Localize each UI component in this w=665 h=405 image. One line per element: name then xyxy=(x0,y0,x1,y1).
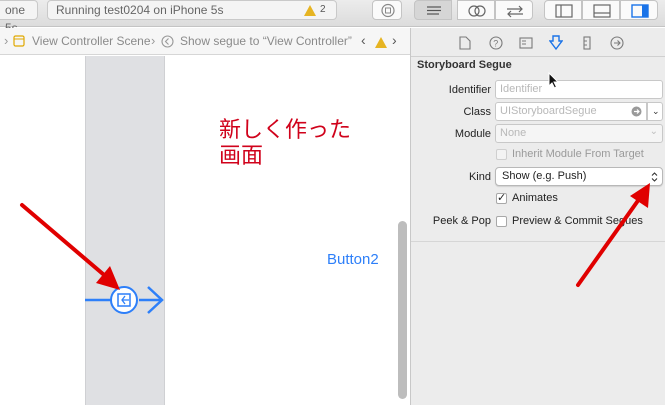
module-label: Module xyxy=(454,128,491,140)
class-dropdown-button[interactable]: ⌄ xyxy=(647,102,663,121)
identifier-label: Identifier xyxy=(448,84,491,96)
left-panel-icon xyxy=(555,4,573,18)
class-combo-input[interactable]: UIStoryboardSegue xyxy=(495,102,647,121)
bottom-panel-icon xyxy=(593,4,611,18)
toggle-navigator-button[interactable] xyxy=(544,0,582,20)
toggle-utilities-button[interactable] xyxy=(620,0,658,20)
segue-node-icon[interactable] xyxy=(109,285,139,315)
identity-inspector-icon[interactable] xyxy=(519,37,533,49)
section-divider xyxy=(411,241,665,242)
identifier-input[interactable]: Identifier xyxy=(495,80,663,99)
inherit-module-label: Inherit Module From Target xyxy=(512,148,644,160)
go-to-class-icon[interactable] xyxy=(631,106,642,117)
section-title: Storyboard Segue xyxy=(417,59,512,71)
svg-text:?: ? xyxy=(493,39,498,49)
kind-popup-button[interactable]: Show (e.g. Push) xyxy=(495,167,663,186)
version-editor-button[interactable] xyxy=(495,0,533,20)
rings-icon xyxy=(468,5,486,17)
toggle-debug-area-button[interactable] xyxy=(582,0,620,20)
chevron-down-icon: ⌄ xyxy=(649,126,658,137)
standard-editor-button[interactable] xyxy=(414,0,452,20)
animates-checkbox[interactable] xyxy=(496,191,507,204)
peek-pop-checkbox[interactable] xyxy=(496,216,507,227)
class-label: Class xyxy=(463,106,491,118)
connections-inspector-icon[interactable] xyxy=(610,36,624,50)
class-value: UIStoryboardSegue xyxy=(500,105,597,117)
inherit-module-checkbox[interactable] xyxy=(496,149,507,160)
up-down-chevron-icon xyxy=(651,172,658,182)
mouse-cursor-icon xyxy=(548,72,560,89)
kind-label: Kind xyxy=(468,171,491,183)
attributes-inspector: ? Storyboard Segue Identifier Identifier… xyxy=(411,28,665,405)
lines-icon xyxy=(427,6,441,15)
kind-value: Show (e.g. Push) xyxy=(502,170,587,182)
animates-label: Animates xyxy=(512,192,558,204)
identifier-placeholder: Identifier xyxy=(500,83,543,95)
module-combo-input[interactable]: None ⌄ xyxy=(495,124,663,143)
chevron-down-icon: ⌄ xyxy=(652,106,660,116)
file-inspector-icon[interactable] xyxy=(459,36,471,50)
inspector-tabs: ? xyxy=(411,28,665,57)
arrows-swap-icon xyxy=(507,5,523,18)
right-panel-icon xyxy=(631,4,649,18)
module-value: None xyxy=(500,127,527,139)
attributes-inspector-icon[interactable] xyxy=(549,35,563,51)
peek-pop-label: Peek & Pop xyxy=(432,215,491,227)
size-inspector-icon[interactable] xyxy=(582,36,592,50)
peek-pop-value: Preview & Commit Segues xyxy=(512,215,643,227)
quick-help-icon[interactable]: ? xyxy=(489,36,503,50)
assistant-editor-button[interactable] xyxy=(457,0,495,20)
segue-connector xyxy=(85,286,164,314)
